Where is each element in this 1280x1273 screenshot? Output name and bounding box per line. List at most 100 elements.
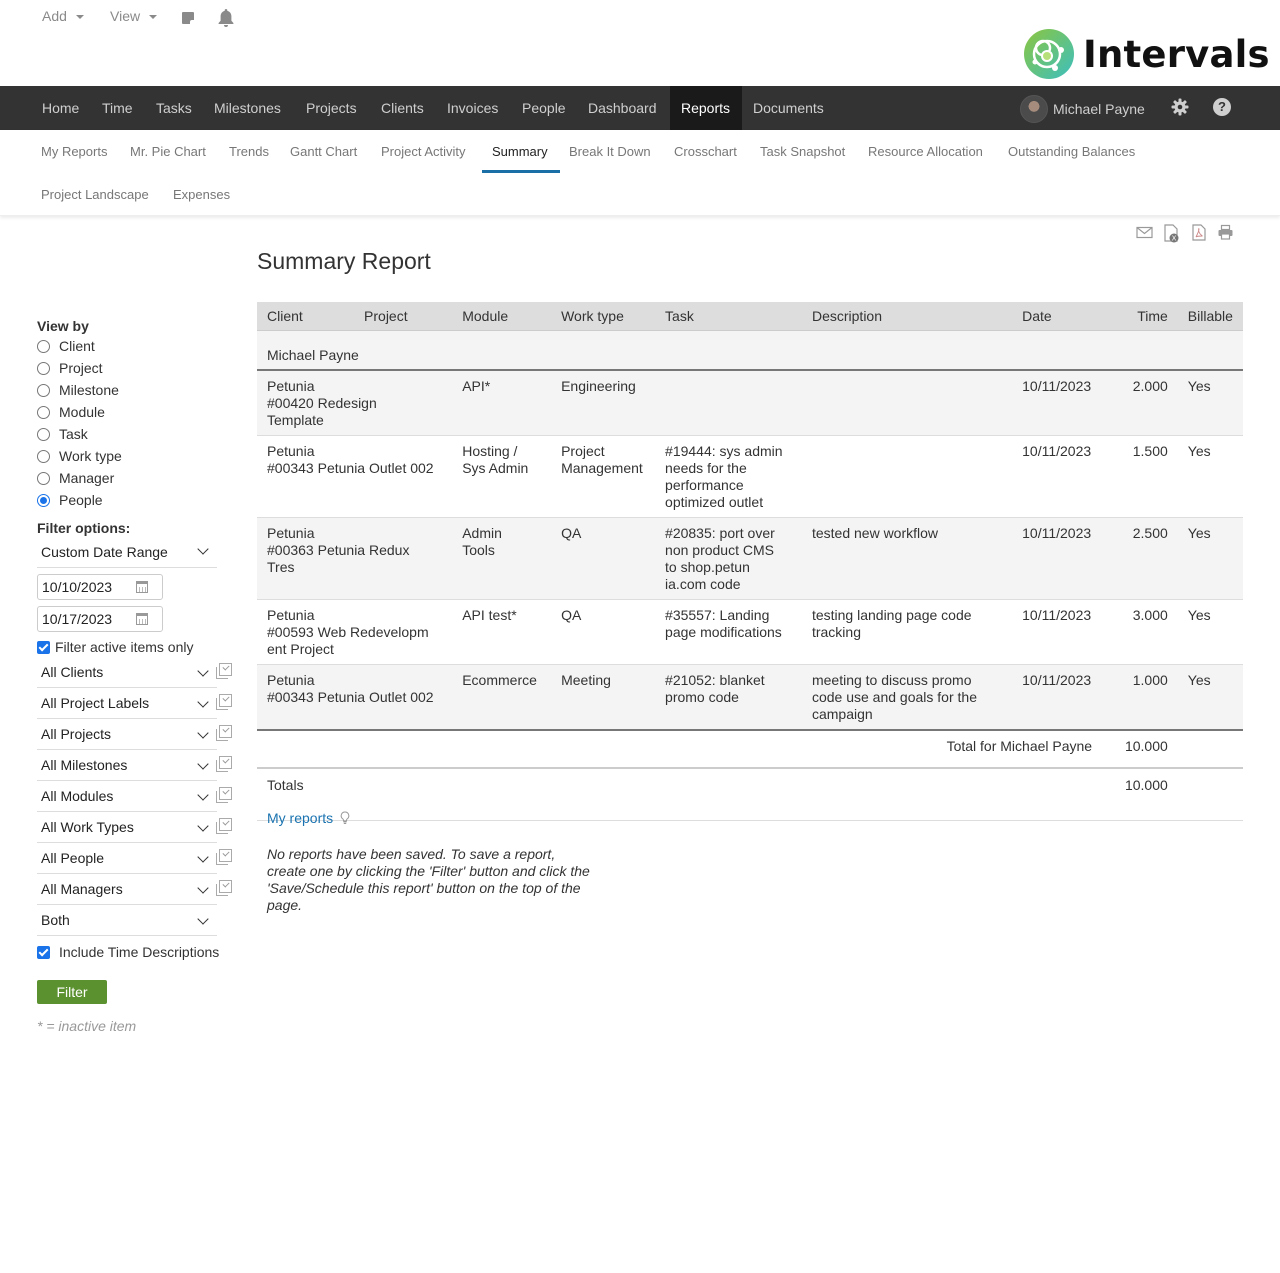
nav-milestones[interactable]: Milestones (203, 86, 292, 130)
calendar-icon[interactable] (136, 613, 148, 625)
column-header-description[interactable]: Description (801, 302, 1013, 331)
calendar-icon[interactable] (136, 581, 148, 593)
radio-button[interactable] (37, 427, 50, 441)
bell-icon[interactable] (217, 8, 235, 28)
multi-select-icon[interactable] (216, 880, 232, 896)
column-header-module[interactable]: Module (452, 302, 552, 331)
subnav-gantt-chart[interactable]: Gantt Chart (280, 130, 367, 173)
radio-button[interactable] (37, 361, 50, 375)
avatar (1020, 95, 1048, 123)
nav-invoices[interactable]: Invoices (436, 86, 509, 130)
select-value: All People (41, 850, 105, 866)
view-menu[interactable]: View (110, 8, 158, 24)
column-header-work-type[interactable]: Work type (551, 302, 656, 331)
milestones-select[interactable]: All Milestones (37, 750, 232, 781)
managers-select[interactable]: All Managers (37, 874, 232, 905)
clients-select[interactable]: All Clients (37, 657, 232, 688)
radio-button[interactable] (37, 383, 50, 397)
subnav-crosschart[interactable]: Crosschart (664, 130, 747, 173)
checkbox-checked[interactable] (37, 640, 50, 654)
nav-people[interactable]: People (511, 86, 577, 130)
filter-active-checkbox[interactable]: Filter active items only (37, 637, 237, 657)
billable-select[interactable]: Both (37, 905, 217, 936)
view-by-client[interactable]: Client (37, 335, 237, 357)
subnav-break-it-down[interactable]: Break It Down (559, 130, 661, 173)
nav-projects[interactable]: Projects (295, 86, 368, 130)
subnav-task-snapshot[interactable]: Task Snapshot (750, 130, 855, 173)
checkbox-checked[interactable] (37, 945, 50, 959)
subnav-my-reports[interactable]: My Reports (31, 130, 117, 173)
subnav-mr-pie-chart[interactable]: Mr. Pie Chart (120, 130, 216, 173)
excel-icon[interactable]: X (1163, 224, 1180, 243)
email-icon[interactable] (1136, 224, 1153, 241)
view-by-manager[interactable]: Manager (37, 467, 237, 489)
multi-select-icon[interactable] (216, 849, 232, 865)
view-menu-label: View (110, 8, 141, 24)
user-name: Michael Payne (1053, 101, 1145, 117)
add-menu[interactable]: Add (42, 8, 84, 24)
multi-select-icon[interactable] (216, 818, 232, 834)
column-header-time[interactable]: Time (1102, 302, 1178, 331)
view-by-work-type[interactable]: Work type (37, 445, 237, 467)
column-header-task[interactable]: Task (655, 302, 802, 331)
multi-select-icon[interactable] (216, 787, 232, 803)
description-cell (801, 369, 1013, 436)
multi-select-icon[interactable] (216, 663, 232, 679)
include-descriptions-checkbox[interactable]: Include Time Descriptions (37, 941, 237, 963)
view-by-people[interactable]: People (37, 489, 237, 511)
project-labels-select[interactable]: All Project Labels (37, 688, 232, 719)
subnav-summary[interactable]: Summary (482, 130, 560, 173)
view-by-milestone[interactable]: Milestone (37, 379, 237, 401)
user-menu[interactable]: Michael Payne (1020, 95, 1145, 123)
billable-cell: Yes (1177, 517, 1243, 600)
nav-reports[interactable]: Reports (670, 86, 742, 130)
radio-button[interactable] (37, 405, 50, 419)
radio-button[interactable] (37, 449, 50, 463)
pdf-icon[interactable] (1190, 224, 1207, 241)
date-cell: 10/11/2023 (1012, 369, 1103, 436)
nav-home[interactable]: Home (31, 86, 90, 130)
print-icon[interactable] (1217, 224, 1234, 241)
column-header-project[interactable]: Project (354, 302, 453, 331)
date-range-select[interactable]: Custom Date Range (37, 537, 217, 568)
work-types-select[interactable]: All Work Types (37, 812, 232, 843)
subnav-outstanding-balances[interactable]: Outstanding Balances (998, 130, 1145, 173)
modules-select[interactable]: All Modules (37, 781, 232, 812)
filter-button[interactable]: Filter (37, 980, 107, 1004)
subnav-trends[interactable]: Trends (219, 130, 279, 173)
end-date-input[interactable]: 10/17/2023 (37, 606, 163, 632)
start-date-input[interactable]: 10/10/2023 (37, 574, 163, 600)
column-header-date[interactable]: Date (1012, 302, 1103, 331)
time-cell: 3.000 (1102, 599, 1178, 665)
view-by-project[interactable]: Project (37, 357, 237, 379)
radio-button-selected[interactable] (37, 493, 50, 507)
subnav-project-landscape[interactable]: Project Landscape (31, 173, 159, 216)
radio-button[interactable] (37, 339, 50, 353)
intervals-logo[interactable]: Intervals (1023, 28, 1270, 80)
multi-select-icon[interactable] (216, 725, 232, 741)
subnav-project-activity[interactable]: Project Activity (371, 130, 476, 173)
my-reports-link[interactable]: My reports (267, 810, 333, 826)
nav-dashboard[interactable]: Dashboard (577, 86, 668, 130)
radio-button[interactable] (37, 471, 50, 485)
gear-icon[interactable] (1171, 98, 1189, 116)
help-icon[interactable]: ? (1213, 98, 1231, 116)
nav-documents[interactable]: Documents (742, 86, 835, 130)
view-by-task[interactable]: Task (37, 423, 237, 445)
nav-time[interactable]: Time (91, 86, 144, 130)
column-header-client[interactable]: Client (257, 302, 355, 331)
nav-tasks[interactable]: Tasks (145, 86, 203, 130)
radio-label: People (59, 492, 103, 508)
view-by-module[interactable]: Module (37, 401, 237, 423)
lightbulb-icon[interactable] (340, 811, 350, 825)
note-icon[interactable] (182, 12, 194, 24)
multi-select-icon[interactable] (216, 756, 232, 772)
view-by-heading: View by (37, 318, 89, 334)
nav-clients[interactable]: Clients (370, 86, 435, 130)
multi-select-icon[interactable] (216, 694, 232, 710)
projects-select[interactable]: All Projects (37, 719, 232, 750)
column-header-billable[interactable]: Billable (1177, 302, 1243, 331)
subnav-expenses[interactable]: Expenses (163, 173, 240, 216)
subnav-resource-allocation[interactable]: Resource Allocation (858, 130, 993, 173)
people-select[interactable]: All People (37, 843, 232, 874)
